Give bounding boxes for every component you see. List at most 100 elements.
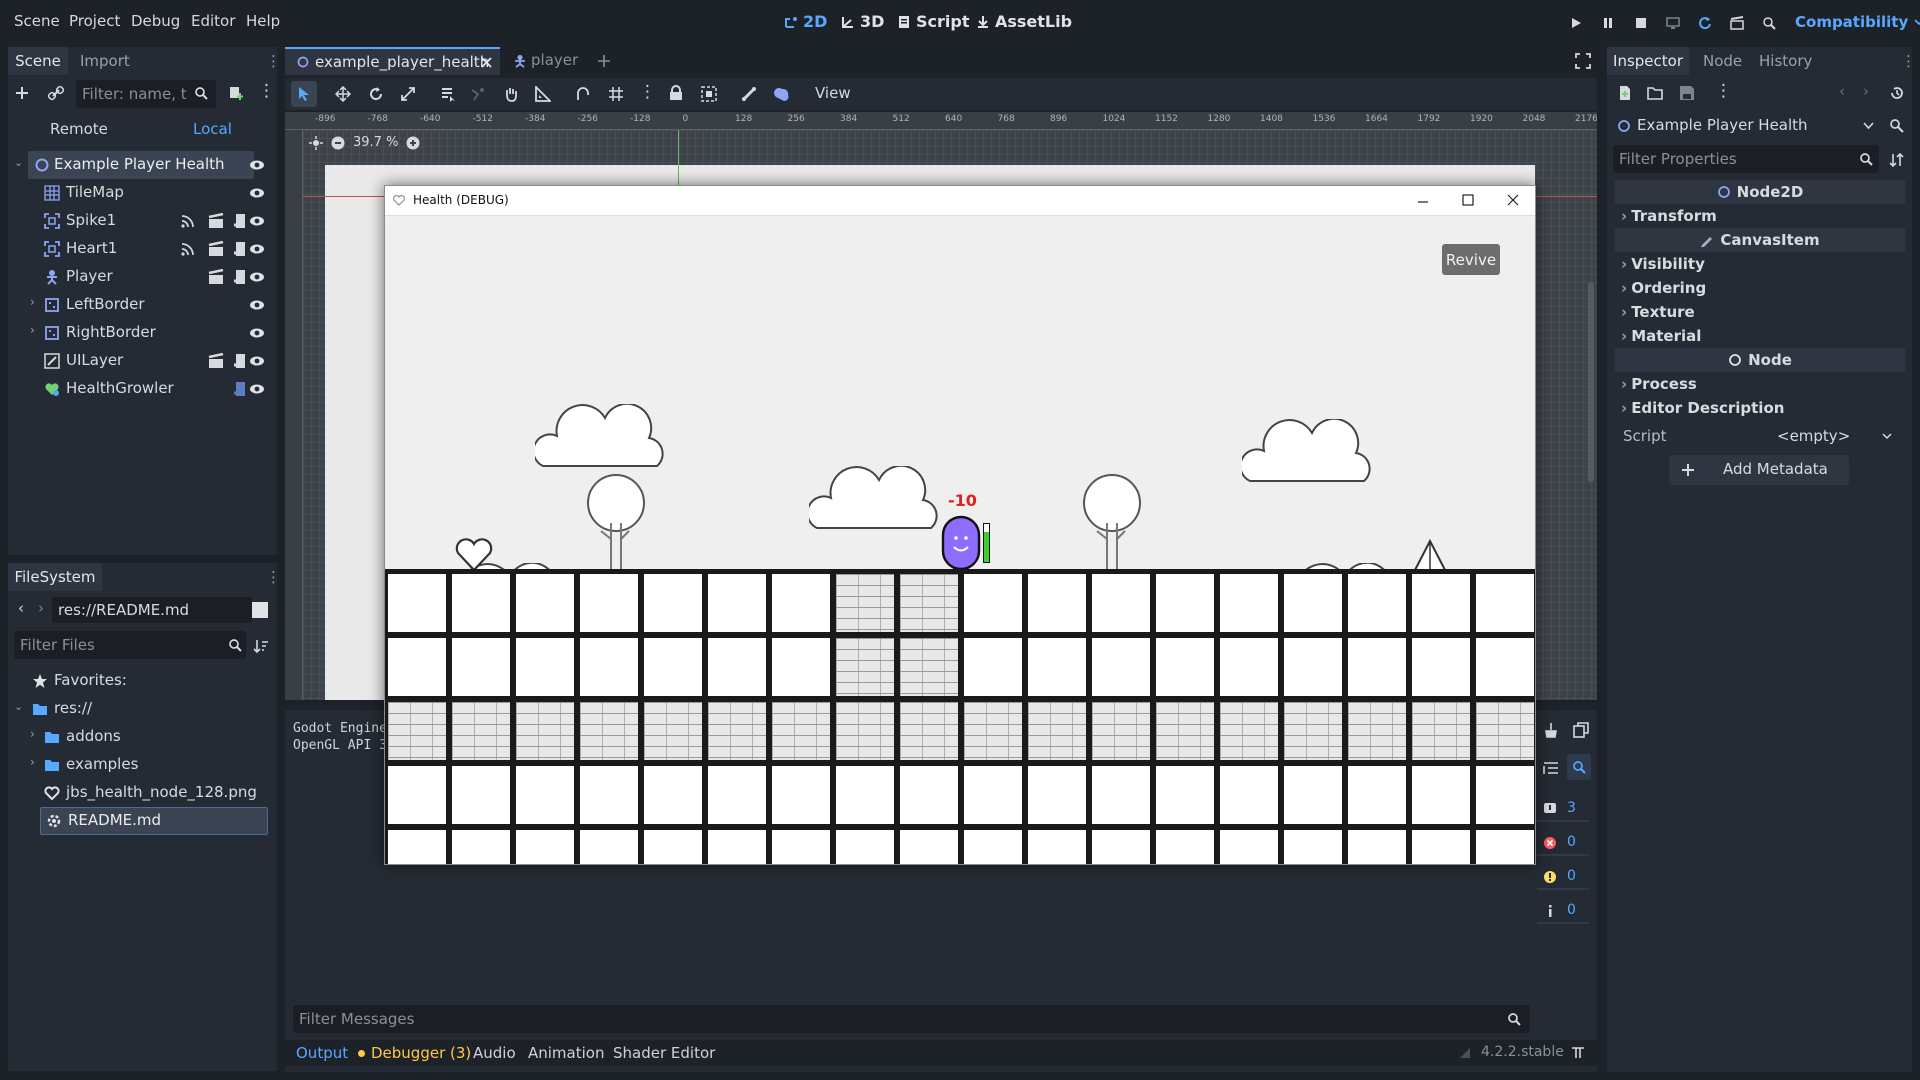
signal-icon[interactable]: [180, 213, 196, 229]
center-view-icon[interactable]: [309, 135, 323, 150]
eye-icon[interactable]: [249, 185, 265, 201]
tab-import[interactable]: Import: [80, 52, 130, 70]
script-icon[interactable]: [232, 381, 248, 397]
group-texture[interactable]: › Texture: [1615, 300, 1905, 324]
path-field[interactable]: res://README.md: [52, 597, 252, 623]
pin-panel-icon[interactable]: [1571, 1046, 1585, 1060]
tab-history[interactable]: History: [1759, 52, 1812, 70]
smart-snap-icon[interactable]: [575, 86, 591, 102]
tree-row-heart1[interactable]: Heart1: [8, 235, 277, 263]
expand-arrow-icon[interactable]: ›: [30, 295, 35, 309]
collapse-arrow-icon[interactable]: ⌄: [14, 156, 23, 169]
filter-messages-toggle[interactable]: 3: [1537, 796, 1589, 822]
menu-scene[interactable]: Scene: [14, 12, 60, 30]
filesystem-menu-icon[interactable]: ⋮: [266, 568, 281, 586]
selectable-list-icon[interactable]: [440, 86, 456, 102]
collapse-arrow-icon[interactable]: ⌄: [14, 700, 23, 713]
rotate-icon[interactable]: [368, 86, 384, 102]
move-icon[interactable]: [335, 86, 351, 102]
cpu-particles-icon[interactable]: [773, 85, 791, 103]
zoom-level[interactable]: 39.7 %: [353, 135, 398, 150]
documentation-icon[interactable]: [1889, 118, 1905, 134]
ruler-icon[interactable]: [535, 86, 551, 102]
collapse-duplicates-icon[interactable]: [1543, 760, 1559, 776]
attach-script-button[interactable]: [228, 85, 244, 101]
mode-assetlib-button[interactable]: AssetLib: [976, 12, 1072, 31]
view-menu[interactable]: View: [815, 84, 851, 102]
scene-tree-menu-icon[interactable]: ⋮: [258, 81, 275, 101]
grid-snap-icon[interactable]: [608, 86, 624, 102]
expand-arrow-icon[interactable]: ›: [30, 727, 35, 741]
folder-row-examples[interactable]: › examples: [8, 751, 277, 779]
eye-icon[interactable]: [249, 213, 265, 229]
object-history-icon[interactable]: [1889, 85, 1905, 101]
property-sort-icon[interactable]: [1889, 152, 1905, 168]
file-row-readme[interactable]: README.md: [8, 807, 277, 835]
close-icon[interactable]: [1507, 194, 1519, 206]
reload-button[interactable]: [1694, 12, 1716, 34]
group-transform[interactable]: › Transform: [1615, 204, 1905, 228]
revive-button[interactable]: Revive: [1442, 244, 1500, 275]
tree-row-leftborder[interactable]: › LeftBorder: [8, 291, 277, 319]
filter-messages-input[interactable]: Filter Messages: [293, 1005, 1530, 1033]
scene-filter-input[interactable]: Filter: name, t:t: [76, 80, 216, 108]
clapper-icon[interactable]: [208, 269, 224, 285]
object-selector[interactable]: Example Player Health: [1613, 113, 1883, 139]
tab-player[interactable]: player: [507, 47, 587, 75]
tab-animation[interactable]: Animation: [528, 1044, 604, 1062]
movie-maker-button[interactable]: [1758, 12, 1780, 34]
tree-row-healthgrowler[interactable]: HealthGrowler: [8, 375, 277, 403]
add-metadata-button[interactable]: Add Metadata: [1669, 455, 1849, 485]
expand-arrow-icon[interactable]: ›: [30, 755, 35, 769]
mode-3d-button[interactable]: 3D: [841, 12, 884, 31]
filter-errors-toggle[interactable]: 0: [1537, 830, 1589, 856]
zoom-in-icon[interactable]: [406, 136, 420, 150]
game-window-titlebar[interactable]: Health (DEBUG): [385, 186, 1535, 216]
forward-arrow-icon[interactable]: ›: [38, 599, 44, 617]
tree-row-spike1[interactable]: Spike1: [8, 207, 277, 235]
minimize-icon[interactable]: [1417, 196, 1429, 208]
snap-options-icon[interactable]: ⋮: [639, 82, 656, 102]
pivot-icon[interactable]: [470, 86, 486, 102]
eye-icon[interactable]: [249, 241, 265, 257]
eye-icon[interactable]: [249, 297, 265, 313]
eye-icon[interactable]: [249, 269, 265, 285]
play-button[interactable]: [1565, 12, 1587, 34]
res-root-row[interactable]: ⌄ res://: [8, 695, 277, 723]
pan-icon[interactable]: [503, 86, 519, 102]
group-material[interactable]: › Material: [1615, 324, 1905, 348]
menu-debug[interactable]: Debug: [131, 12, 180, 30]
toggle-split-icon[interactable]: [252, 602, 268, 618]
tab-scene[interactable]: Scene: [8, 47, 68, 75]
tree-row-root[interactable]: ⌄ Example Player Health: [8, 151, 277, 179]
mode-2d-button[interactable]: 2D: [784, 12, 827, 31]
zoom-out-icon[interactable]: [331, 136, 345, 150]
scene-dock-menu-icon[interactable]: ⋮: [266, 52, 281, 70]
tab-node[interactable]: Node: [1703, 52, 1742, 70]
expand-arrow-icon[interactable]: ›: [30, 323, 35, 337]
script-property-value[interactable]: <empty>: [1747, 423, 1901, 449]
tab-debugger[interactable]: Debugger (3): [371, 1044, 471, 1062]
group-process[interactable]: › Process: [1615, 372, 1905, 396]
folder-row-addons[interactable]: › addons: [8, 723, 277, 751]
menu-editor[interactable]: Editor: [191, 12, 235, 30]
group-ordering[interactable]: › Ordering: [1615, 276, 1905, 300]
tab-inspector[interactable]: Inspector: [1607, 47, 1689, 75]
resource-menu-icon[interactable]: ⋮: [1715, 81, 1732, 101]
group-visibility[interactable]: › Visibility: [1615, 252, 1905, 276]
clear-output-icon[interactable]: [1543, 722, 1559, 738]
filter-info-toggle[interactable]: 0: [1537, 898, 1589, 924]
remote-toggle[interactable]: Remote: [50, 120, 108, 138]
clapper-icon[interactable]: [208, 213, 224, 229]
viewport-scrollbar[interactable]: [1588, 282, 1594, 482]
tree-row-player[interactable]: Player: [8, 263, 277, 291]
lock-icon[interactable]: [668, 85, 684, 101]
new-resource-icon[interactable]: [1617, 85, 1633, 101]
tab-audio[interactable]: Audio: [473, 1044, 516, 1062]
back-arrow-icon[interactable]: ‹: [18, 599, 24, 617]
tree-row-tilemap[interactable]: TileMap: [8, 179, 277, 207]
clapper-icon[interactable]: [208, 353, 224, 369]
inspector-dock-menu-icon[interactable]: ⋮: [1901, 52, 1916, 70]
select-mode-button[interactable]: [291, 81, 317, 107]
eye-icon[interactable]: [249, 381, 265, 397]
